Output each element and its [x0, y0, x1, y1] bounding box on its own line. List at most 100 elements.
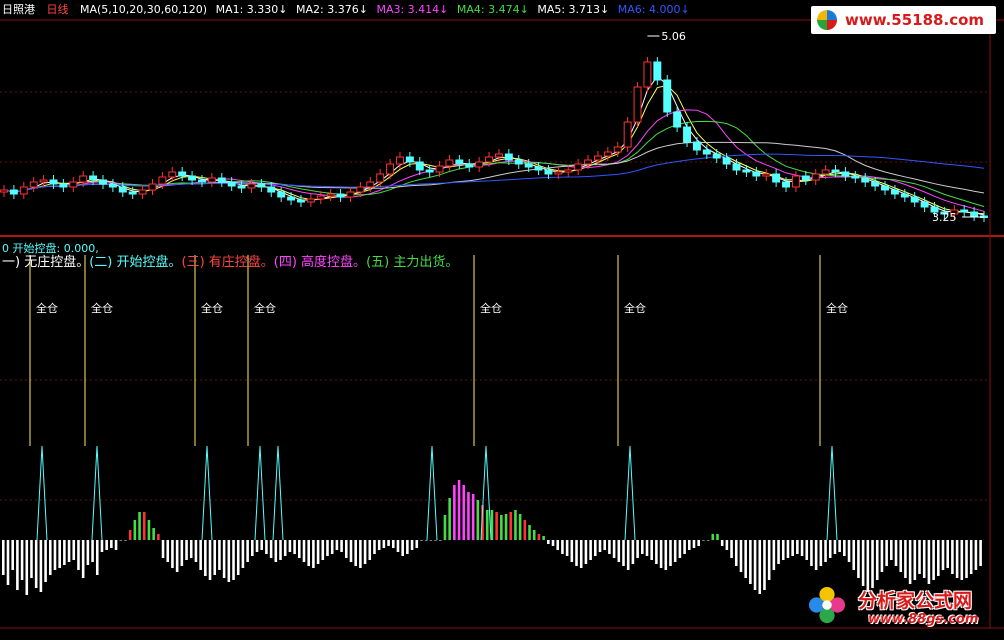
- ctrl-bar-121: [570, 540, 574, 562]
- candle-body-17: [168, 171, 177, 178]
- ctrl-bar-31: [147, 520, 151, 540]
- candle-body-11: [108, 183, 117, 188]
- candle-body-82: [811, 173, 820, 181]
- ctrl-bar-117: [551, 540, 555, 546]
- ctrl-bar-189: [890, 540, 893, 560]
- ctrl-bar-108: [509, 512, 513, 540]
- signal-label-5: 全仓: [624, 301, 646, 315]
- ctrl-bar-83: [391, 540, 395, 548]
- candle-body-28: [277, 191, 286, 198]
- ctrl-bar-99: [467, 492, 470, 540]
- ctrl-bar-144: [678, 540, 682, 558]
- ctrl-bar-76: [359, 540, 362, 568]
- ctrl-bar-61: [288, 540, 292, 552]
- candle-body-33: [326, 193, 335, 197]
- candle-body-22: [217, 177, 226, 183]
- candle-body-12: [118, 186, 127, 193]
- candle-body-29: [287, 196, 296, 201]
- ctrl-bar-180: [847, 540, 851, 562]
- ctrl-bar-93: [438, 540, 442, 541]
- candle-body-92: [910, 196, 919, 203]
- ctrl-bar-86: [406, 540, 409, 554]
- ctrl-bar-95: [448, 498, 451, 540]
- candle-body-91: [900, 193, 909, 198]
- ctrl-bar-135: [636, 540, 639, 558]
- ctrl-bar-138: [650, 540, 653, 560]
- ctrl-bar-171: [805, 540, 809, 560]
- ma4-label: MA4: 3.474↓: [456, 3, 529, 16]
- candle-body-63: [623, 121, 632, 148]
- ctrl-bar-30: [142, 512, 146, 540]
- ma3-label: MA3: 3.414↓: [376, 3, 449, 16]
- ctrl-bar-42: [199, 540, 202, 570]
- brand-logo-top: www.55188.com: [811, 6, 996, 34]
- stage-3: (三) 有庄控盘。: [181, 255, 274, 270]
- indicator-title: 0 开始控盘: 0.000,: [2, 242, 99, 255]
- candle-body-24: [237, 185, 246, 189]
- ctrl-bar-54: [255, 540, 259, 552]
- candle-body-5: [49, 179, 58, 185]
- spike-0: [36, 445, 48, 541]
- ctrl-bar-175: [824, 540, 827, 562]
- candle-body-32: [316, 195, 325, 200]
- stage-5: (五) 主力出货。: [366, 255, 459, 270]
- ctrl-bar-116: [547, 540, 550, 544]
- ctrl-bar-25: [119, 540, 123, 541]
- candle-body-78: [772, 173, 781, 183]
- ctrl-bar-165: [777, 540, 780, 564]
- ctrl-bar-43: [204, 540, 207, 576]
- ctrl-bar-119: [561, 540, 564, 554]
- ctrl-bar-114: [537, 534, 541, 540]
- stage-4: (四) 高度控盘。: [273, 255, 367, 270]
- ctrl-bar-29: [138, 512, 141, 540]
- ctrl-bar-196: [922, 540, 926, 578]
- ctrl-bar-44: [208, 540, 212, 580]
- ctrl-bar-155: [730, 540, 733, 558]
- ctrl-bar-70: [330, 540, 334, 554]
- candle-body-68: [673, 111, 682, 128]
- ctrl-bar-208: [979, 540, 982, 566]
- ctrl-bar-120: [565, 540, 569, 556]
- candle-body-54: [534, 166, 543, 171]
- candle-body-50: [494, 153, 503, 158]
- brand-logo-bottom: 分析家公式网 www.88gs.com: [806, 582, 1002, 634]
- ctrl-bar-74: [349, 540, 353, 562]
- candle-body-13: [128, 191, 137, 195]
- ctrl-bar-6: [30, 540, 33, 578]
- spike-extra-1: [426, 445, 438, 541]
- ctrl-bar-8: [39, 540, 43, 592]
- candle-body-75: [742, 169, 751, 173]
- ctrl-bar-190: [894, 540, 898, 566]
- ctrl-bar-207: [974, 540, 978, 570]
- ctrl-bar-73: [344, 540, 348, 558]
- ctrl-bar-72: [340, 540, 343, 552]
- candle-body-3: [29, 181, 38, 188]
- ctrl-bar-94: [443, 515, 447, 540]
- chart-canvas: 5.06 3.25 全仓 全仓 全仓 全仓 全仓 全仓 全仓: [0, 19, 1004, 629]
- ctrl-bar-199: [937, 540, 940, 576]
- ctrl-bar-107: [504, 514, 508, 540]
- ctrl-bar-173: [814, 540, 818, 570]
- ma1-label: MA1: 3.330↓: [215, 3, 288, 16]
- ctrl-bar-176: [828, 540, 832, 558]
- ctrl-bar-57: [269, 540, 273, 558]
- ctrl-bar-168: [791, 540, 794, 556]
- candle-body-9: [89, 175, 98, 181]
- ctrl-bar-41: [194, 540, 198, 562]
- ctrl-bar-195: [918, 540, 921, 574]
- period-label[interactable]: 日线: [47, 3, 69, 16]
- candle-body-97: [960, 209, 969, 213]
- candle-body-30: [297, 199, 305, 203]
- brand-url-bottom: www.88gs.com: [868, 612, 979, 627]
- ctrl-bar-186: [875, 540, 879, 580]
- ma-set: MA(5,10,20,30,60,120): [80, 3, 208, 16]
- candle-body-88: [871, 181, 880, 187]
- candle-body-49: [485, 156, 494, 163]
- candle-body-72: [712, 153, 721, 159]
- signal-label-3: 全仓: [254, 301, 276, 315]
- ctrl-bar-82: [387, 540, 390, 546]
- candle-body-55: [544, 169, 553, 175]
- ctrl-bar-100: [471, 494, 475, 540]
- ma5-label: MA5: 3.713↓: [537, 3, 610, 16]
- ctrl-bar-127: [598, 540, 602, 552]
